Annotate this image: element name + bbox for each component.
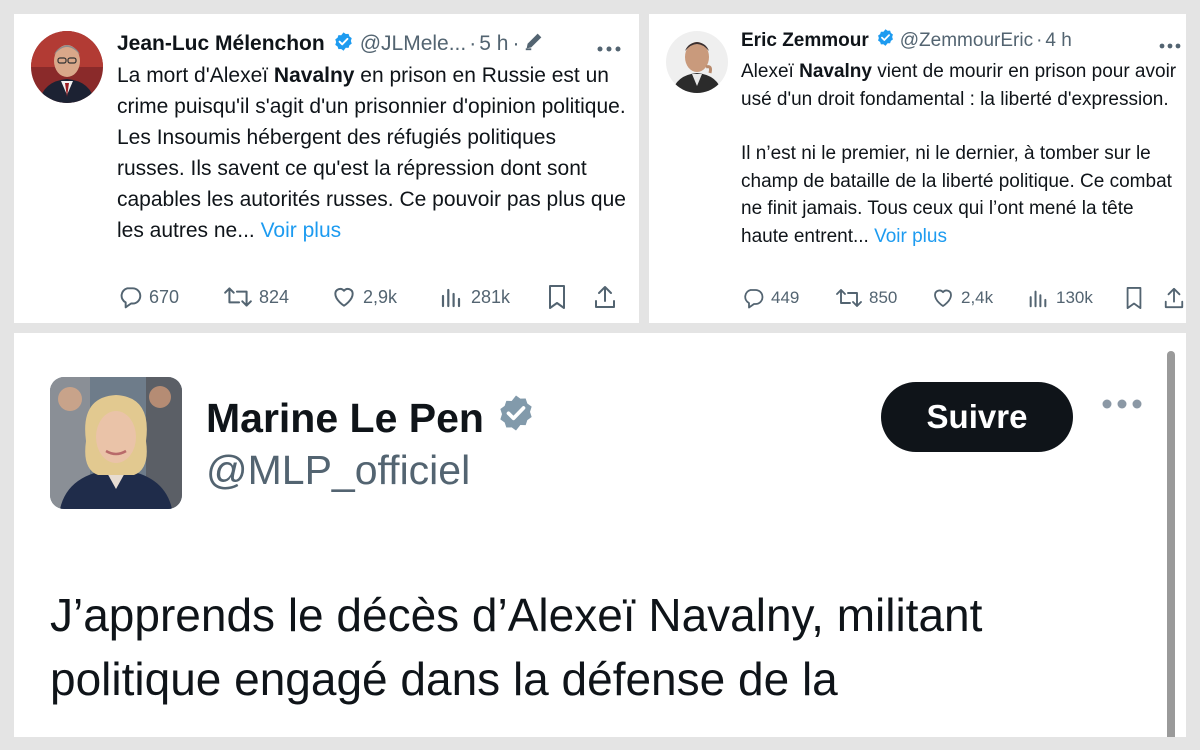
text-prefix: Alexeï <box>741 61 800 82</box>
retweet-button[interactable]: 850 <box>835 286 931 310</box>
more-dots-icon[interactable] <box>1101 397 1143 415</box>
tweet-text: Alexeï Navalny vient de mourir en prison… <box>741 58 1181 250</box>
author-handle[interactable]: @JLMele... <box>360 32 467 56</box>
text-paragraph-2: Il n’est ni le premier, ni le dernier, à… <box>741 143 1172 247</box>
text-bold: Navalny <box>799 61 872 82</box>
like-button[interactable]: 2,4k <box>931 286 1027 310</box>
views-count: 130k <box>1056 288 1093 307</box>
retweet-count: 850 <box>869 288 898 307</box>
views-count: 281k <box>471 286 511 307</box>
retweet-icon <box>223 284 253 310</box>
share-icon[interactable] <box>1163 286 1185 310</box>
timestamp[interactable]: 4 h <box>1045 30 1071 52</box>
author-row: Marine Le Pen <box>206 393 536 443</box>
separator: · <box>512 32 520 55</box>
show-more-link[interactable]: Voir plus <box>261 219 342 242</box>
verified-icon <box>496 393 536 443</box>
edited-pencil-icon[interactable] <box>523 30 545 58</box>
avatar[interactable] <box>50 377 182 509</box>
separator: · <box>1036 29 1043 51</box>
tweet-text: La mort d'Alexeï Navalny en prison en Ru… <box>117 60 627 246</box>
reply-button[interactable]: 670 <box>117 284 223 310</box>
separator: · <box>469 32 477 55</box>
avatar[interactable] <box>31 31 103 103</box>
verified-icon <box>333 31 354 58</box>
tweet-card-melenchon[interactable]: Jean-Luc Mélenchon @JLMele... · 5 h · La… <box>14 14 639 323</box>
like-count: 2,9k <box>363 286 398 307</box>
views-icon <box>439 285 463 309</box>
reply-icon <box>741 286 765 310</box>
text-rest: en prison en Russie est un crime puisqu'… <box>117 64 626 242</box>
tweet-header: Jean-Luc Mélenchon @JLMele... · 5 h · <box>117 30 545 58</box>
bookmark-icon[interactable] <box>1123 286 1163 310</box>
share-icon[interactable] <box>593 284 617 310</box>
avatar[interactable] <box>666 31 728 93</box>
tweet-card-zemmour[interactable]: Eric Zemmour @ZemmourEric · 4 h Alexeï N… <box>649 14 1186 323</box>
retweet-button[interactable]: 824 <box>223 284 331 310</box>
retweet-count: 824 <box>259 286 290 307</box>
action-bar: 449 850 2,4k 130k <box>741 286 1185 310</box>
reply-count: 449 <box>771 288 800 307</box>
reply-count: 670 <box>149 286 180 307</box>
text-bold: Navalny <box>273 64 355 87</box>
reply-icon <box>117 284 143 310</box>
reply-button[interactable]: 449 <box>741 286 835 310</box>
retweet-icon <box>835 286 863 310</box>
author-handle[interactable]: @MLP_officiel <box>206 447 470 494</box>
author-name[interactable]: Eric Zemmour <box>741 30 869 52</box>
scrollbar[interactable] <box>1167 351 1175 737</box>
tweet-header: Eric Zemmour @ZemmourEric · 4 h <box>741 28 1072 53</box>
action-bar: 670 824 2,9k 281k <box>117 284 617 310</box>
bookmark-icon[interactable] <box>545 284 593 310</box>
like-count: 2,4k <box>961 288 994 307</box>
verified-icon <box>876 28 895 53</box>
like-icon <box>331 284 357 310</box>
more-dots-icon[interactable] <box>1158 37 1182 55</box>
text-prefix: La mort d'Alexeï <box>117 64 274 87</box>
like-icon <box>931 286 955 310</box>
follow-button[interactable]: Suivre <box>881 382 1073 452</box>
show-more-link[interactable]: Voir plus <box>874 226 947 247</box>
timestamp[interactable]: 5 h <box>479 32 508 56</box>
author-name[interactable]: Jean-Luc Mélenchon <box>117 32 325 56</box>
post-detail-lepen[interactable]: Marine Le Pen @MLP_officiel Suivre J’app… <box>14 333 1186 737</box>
views-icon <box>1027 287 1049 309</box>
views-button[interactable]: 281k <box>439 285 545 309</box>
author-name[interactable]: Marine Le Pen <box>206 395 484 442</box>
post-text: J’apprends le décès d’Alexeï Navalny, mi… <box>50 589 983 705</box>
more-dots-icon[interactable] <box>596 40 622 58</box>
like-button[interactable]: 2,9k <box>331 284 439 310</box>
views-button[interactable]: 130k <box>1027 287 1123 309</box>
author-handle[interactable]: @ZemmourEric <box>900 30 1033 52</box>
